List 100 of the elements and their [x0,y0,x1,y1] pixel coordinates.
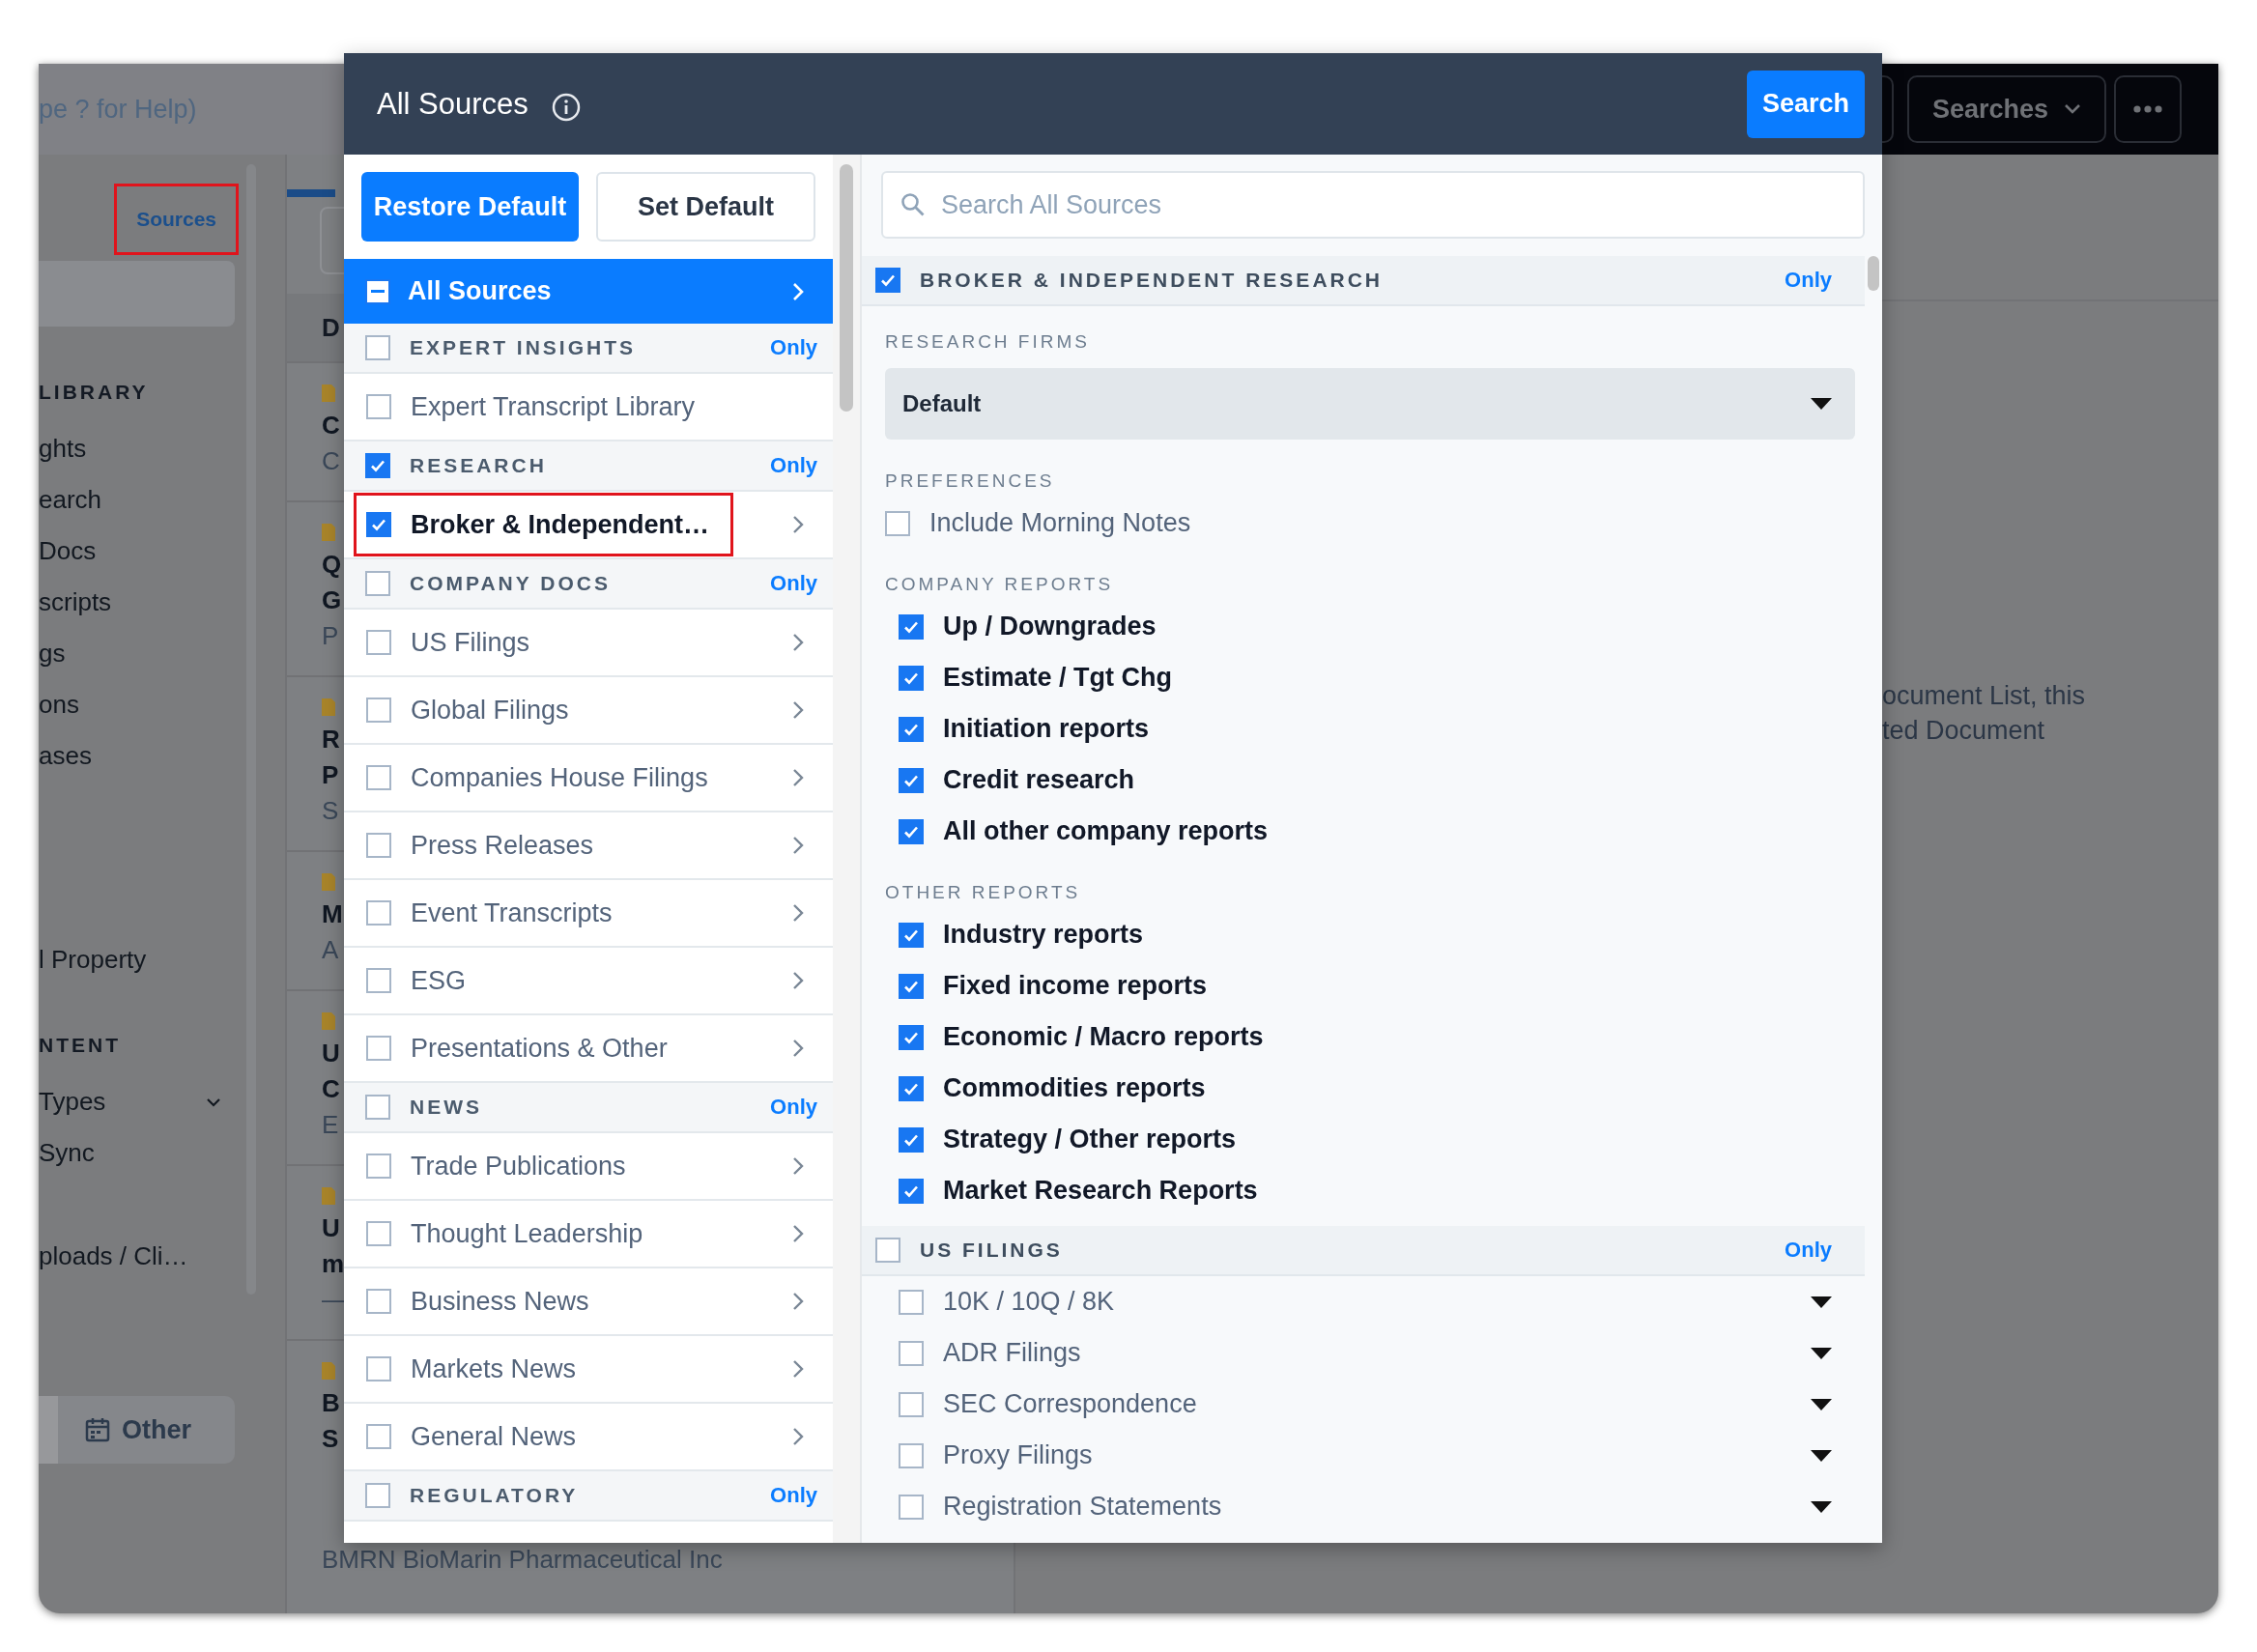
sidebar-item[interactable]: ons [39,679,246,730]
only-link[interactable]: Only [1785,1238,1832,1263]
source-item[interactable]: Trade Publications [354,1134,650,1198]
sidebar-item[interactable]: Docs [39,526,246,577]
chevron-right-icon[interactable] [792,1156,804,1176]
checkbox[interactable] [365,453,390,478]
source-item[interactable]: Press Releases [354,813,618,877]
chevron-right-icon[interactable] [792,768,804,787]
checkbox[interactable] [366,1221,391,1246]
checkbox[interactable] [885,510,910,536]
checkbox[interactable] [899,613,924,640]
checkbox[interactable] [875,268,900,293]
search-button[interactable]: Search [1746,70,1865,138]
checkbox[interactable] [899,716,924,742]
source-item[interactable]: US Filings [354,611,555,674]
chevron-right-icon[interactable] [792,903,804,923]
checkbox[interactable] [365,1095,390,1120]
checkbox[interactable] [366,1356,391,1381]
scrollbar-thumb[interactable] [1868,256,1879,291]
sidebar-item[interactable]: scripts [39,577,246,628]
checkbox[interactable] [366,630,391,655]
checkbox[interactable] [899,1075,924,1101]
source-item[interactable]: Global Filings [354,678,593,742]
source-item[interactable]: Markets News [354,1337,601,1401]
checkbox[interactable] [366,900,391,926]
checkbox[interactable] [875,1238,900,1263]
only-link[interactable]: Only [770,1095,817,1120]
sidebar-item[interactable]: ploads / Cli… [39,1231,246,1282]
checkbox[interactable] [899,665,924,691]
chevron-right-icon[interactable] [792,1039,804,1058]
checkbox[interactable] [899,1024,924,1050]
checkbox[interactable] [366,1289,391,1314]
document-subtitle: S [322,795,339,827]
checkbox[interactable] [899,1442,924,1468]
checkbox[interactable] [366,765,391,790]
sidebar-item[interactable]: Sync [39,1127,246,1179]
sidebar-item[interactable]: gs [39,628,246,679]
source-item[interactable]: Event Transcripts [354,881,637,945]
search-field[interactable]: Search All Sources [881,171,1865,239]
only-link[interactable]: Only [1785,268,1832,293]
checkbox[interactable] [899,1289,924,1315]
checkbox[interactable] [366,1424,391,1449]
chevron-right-icon[interactable] [792,633,804,652]
source-item[interactable]: Companies House Filings [354,746,732,810]
group-label: PREFERENCES [885,470,1056,493]
checkbox[interactable] [365,278,390,304]
source-item[interactable]: General News [354,1405,601,1468]
checkbox[interactable] [366,698,391,723]
sidebar-item[interactable]: Types [39,1076,246,1127]
checkbox[interactable] [365,571,390,596]
chevron-right-icon[interactable] [792,700,804,720]
checkbox[interactable] [899,1391,924,1417]
document-title: M [322,898,343,930]
only-link[interactable]: Only [770,453,817,478]
chevron-right-icon[interactable] [792,515,804,534]
more-button[interactable] [2114,75,2182,143]
only-link[interactable]: Only [770,571,817,596]
all-sources-item[interactable]: All Sources [344,259,833,324]
set-default-button[interactable]: Set Default [596,172,815,242]
source-item[interactable]: Thought Leadership [354,1202,668,1266]
chevron-right-icon[interactable] [792,1359,804,1379]
chevron-right-icon[interactable] [792,1292,804,1311]
checkbox[interactable] [899,767,924,793]
checkbox[interactable] [366,1154,391,1179]
checkbox[interactable] [899,1126,924,1153]
checkbox[interactable] [366,1036,391,1061]
checkbox[interactable] [899,1340,924,1366]
chevron-right-icon[interactable] [792,1427,804,1446]
restore-default-button[interactable]: Restore Default [361,172,579,242]
checkbox[interactable] [366,394,391,419]
source-item[interactable]: Expert Transcript Library [354,375,720,439]
checkbox[interactable] [899,973,924,999]
other-button[interactable]: Other [58,1396,235,1464]
checkbox[interactable] [366,968,391,993]
only-link[interactable]: Only [770,335,817,360]
checkbox[interactable] [899,1178,924,1204]
chevron-right-icon[interactable] [792,971,804,990]
searches-button[interactable]: Searches [1906,75,2106,143]
checkbox[interactable] [365,335,390,360]
chevron-right-icon[interactable] [792,836,804,855]
sidebar-item[interactable]: ases [39,730,246,782]
only-link[interactable]: Only [770,1483,817,1508]
sidebar-item[interactable]: earch [39,474,246,526]
source-item[interactable]: Presentations & Other [354,1016,692,1080]
checkbox[interactable] [366,512,391,537]
sidebar-item[interactable]: ghts [39,423,246,474]
source-item[interactable]: ESG [354,949,491,1012]
scrollbar-thumb[interactable] [840,164,853,412]
checkbox[interactable] [365,1483,390,1508]
chevron-right-icon[interactable] [792,1224,804,1243]
info-icon[interactable] [551,92,581,122]
chevron-down-icon [2064,103,2081,115]
source-item[interactable]: Business News [354,1269,614,1333]
firms-dropdown[interactable]: Default [885,368,1855,440]
checkbox[interactable] [899,818,924,844]
sidebar-item[interactable]: l Property [39,934,246,985]
checkbox[interactable] [899,1494,924,1520]
checkbox[interactable] [366,833,391,858]
checkbox[interactable] [899,922,924,948]
source-item[interactable]: Broker & Independent… [354,493,734,556]
